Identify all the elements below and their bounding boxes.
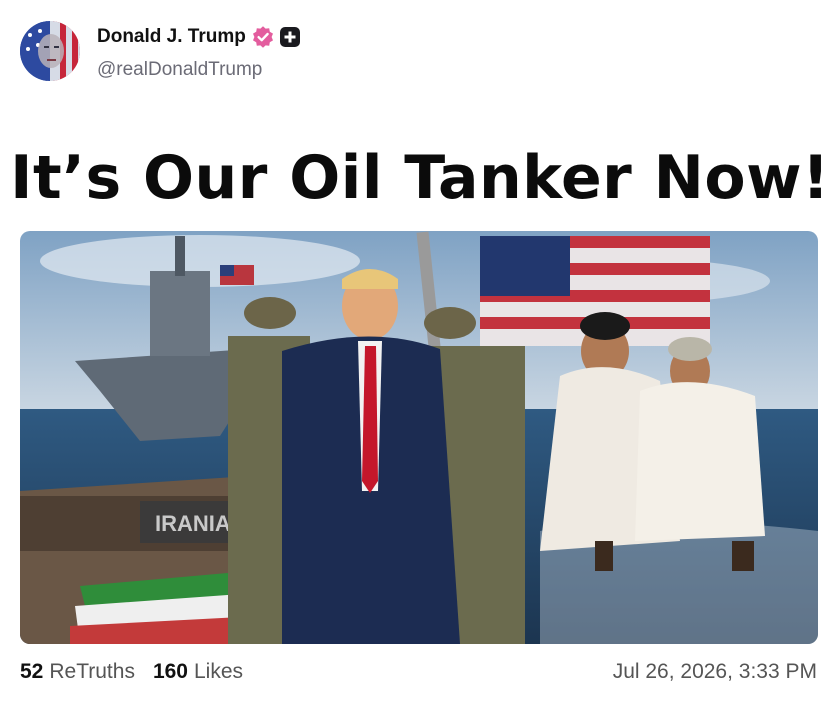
likes-stat[interactable]: 160 Likes bbox=[153, 660, 243, 684]
post-stats: 52 ReTruths 160 Likes bbox=[20, 660, 243, 684]
verified-badge-icon bbox=[252, 26, 273, 48]
retruths-stat[interactable]: 52 ReTruths bbox=[20, 660, 135, 684]
author-avatar[interactable] bbox=[20, 21, 80, 81]
likes-label: Likes bbox=[194, 660, 244, 683]
flag-portrait-avatar bbox=[20, 21, 80, 81]
ship-name-label: IRANIA bbox=[155, 511, 231, 536]
plus-badge-icon bbox=[279, 27, 300, 47]
retruths-label: ReTruths bbox=[49, 660, 135, 683]
author-name[interactable]: Donald J. Trump bbox=[97, 26, 246, 48]
likes-count: 160 bbox=[152, 660, 188, 683]
post-timestamp[interactable]: Jul 26, 2026, 3:33 PM bbox=[613, 660, 817, 684]
author-handle[interactable]: @realDonaldTrump bbox=[97, 59, 262, 81]
author-name-row: Donald J. Trump bbox=[97, 26, 300, 48]
post-image[interactable]: IRANIA bbox=[20, 231, 818, 644]
post-headline: It’s Our Oil Tanker Now! bbox=[10, 143, 830, 213]
retruths-count: 52 bbox=[20, 660, 44, 683]
post-image-art: IRANIA bbox=[20, 231, 818, 644]
